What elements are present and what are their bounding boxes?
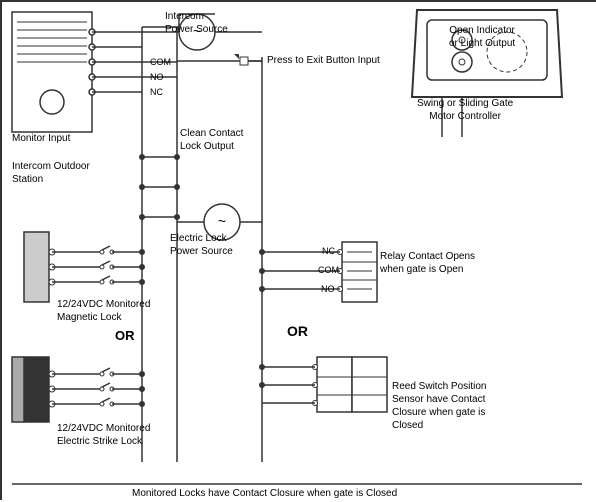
relay-contact-label: Relay Contact Openswhen gate is Open: [380, 250, 475, 276]
intercom-power-label: IntercomPower Source: [165, 10, 228, 36]
swing-gate-label: Swing or Sliding GateMotor Controller: [417, 97, 513, 123]
wiring-diagram: ~ COM NO NC: [0, 0, 596, 500]
svg-text:~: ~: [218, 213, 226, 229]
electric-strike-label: 12/24VDC MonitoredElectric Strike Lock: [57, 422, 150, 448]
svg-text:NO: NO: [321, 284, 335, 294]
svg-text:COM: COM: [150, 57, 171, 67]
or1-label: OR: [287, 322, 308, 340]
monitored-locks-note: Monitored Locks have Contact Closure whe…: [132, 487, 397, 500]
electric-lock-power-label: Electric LockPower Source: [170, 232, 233, 258]
reed-switch-label: Reed Switch PositionSensor have ContactC…: [392, 380, 487, 432]
intercom-outdoor-label: Intercom OutdoorStation: [12, 160, 90, 186]
svg-text:NO: NO: [150, 72, 164, 82]
monitor-input-label: Monitor Input: [12, 132, 70, 145]
press-to-exit-label: Press to Exit Button Input: [267, 54, 380, 67]
svg-text:COM: COM: [318, 265, 339, 275]
magnetic-lock-label: 12/24VDC MonitoredMagnetic Lock: [57, 298, 150, 324]
svg-text:NC: NC: [150, 87, 163, 97]
svg-text:NC: NC: [322, 246, 335, 256]
or2-label: OR: [115, 328, 135, 345]
clean-contact-label: Clean ContactLock Output: [180, 127, 243, 153]
open-indicator-label: Open Indicatoror Light Output: [449, 24, 515, 50]
